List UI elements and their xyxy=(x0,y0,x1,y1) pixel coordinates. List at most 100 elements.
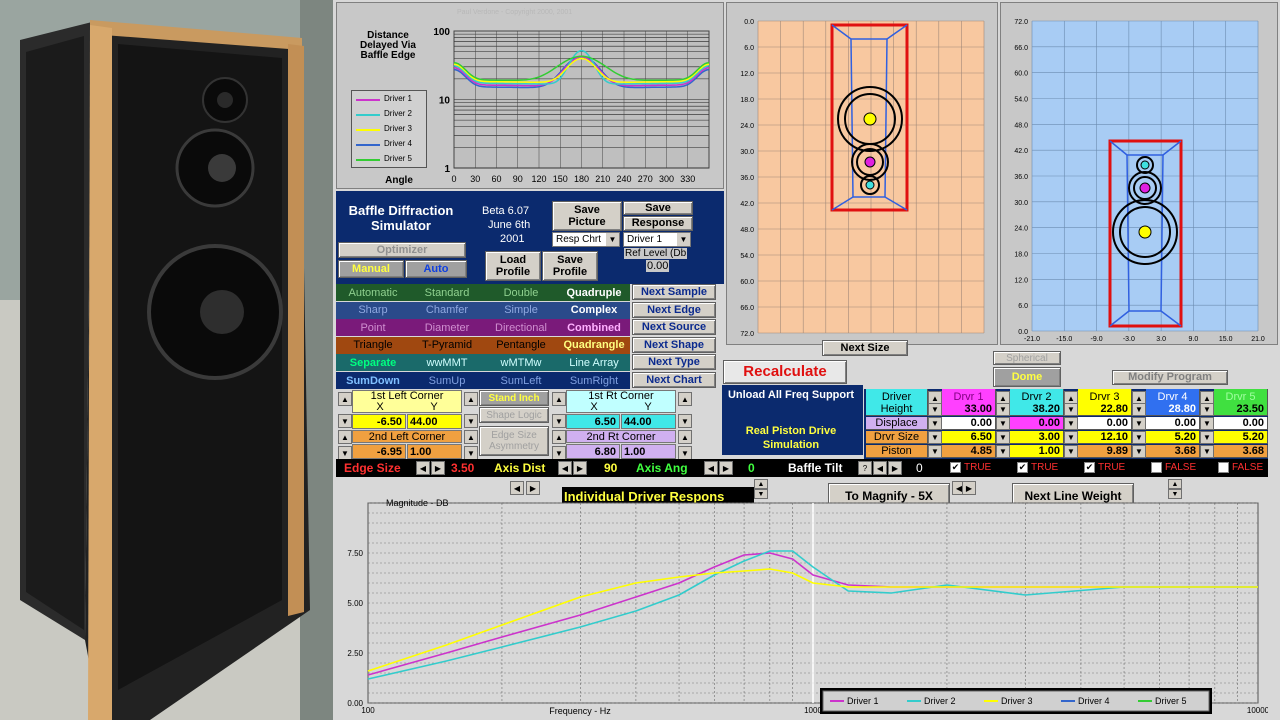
option-item[interactable]: Pentangle xyxy=(484,336,558,354)
option-item[interactable]: Simple xyxy=(484,301,558,319)
arrow-down-icon[interactable]: ▼ xyxy=(1132,431,1146,444)
arrow-up-icon[interactable]: ▲ xyxy=(552,430,566,444)
option-item[interactable]: Sharp xyxy=(336,301,410,319)
arrow-down-icon[interactable]: ▼ xyxy=(1200,445,1214,458)
first-left-corner-x-input[interactable]: -6.50 xyxy=(352,414,406,429)
arrow-left-icon[interactable]: ◀ xyxy=(416,461,430,475)
option-item[interactable]: T-Pyramid xyxy=(410,336,484,354)
arrow-down-icon[interactable]: ▼ xyxy=(1064,417,1078,430)
driver-table-cell[interactable]: 0.00 xyxy=(942,417,996,430)
arrow-up-icon[interactable]: ▲ xyxy=(552,392,566,406)
arrow-right-icon[interactable]: ▶ xyxy=(431,461,445,475)
arrow-down-icon[interactable]: ▼ xyxy=(928,417,942,430)
arrow-left-icon[interactable]: ◀ xyxy=(704,461,718,475)
arrow-left-icon[interactable]: ◀ xyxy=(558,461,572,475)
option-item[interactable]: Automatic xyxy=(336,284,410,301)
option-item[interactable]: Quadrangle xyxy=(558,336,630,354)
driver-select[interactable]: Driver 1 ▼ xyxy=(623,232,691,247)
save-picture-button[interactable]: Save Picture xyxy=(552,201,622,231)
arrow-right-icon[interactable]: ▶ xyxy=(888,461,902,475)
option-item[interactable]: Double xyxy=(484,284,558,301)
option-item[interactable]: Quadruple xyxy=(558,284,630,301)
arrow-down-icon[interactable]: ▼ xyxy=(338,414,352,428)
arrow-down-icon[interactable]: ▼ xyxy=(1200,431,1214,444)
unload-freq-support-button[interactable]: Unload All Freq Support xyxy=(725,389,857,402)
chevron-down-icon[interactable]: ▼ xyxy=(677,233,690,246)
arrow-right-icon[interactable]: ▶ xyxy=(573,461,587,475)
driver-table-cell[interactable]: 4.85 xyxy=(942,445,996,458)
arrow-down-icon[interactable]: ▼ xyxy=(1064,431,1078,444)
option-item[interactable]: SumUp xyxy=(410,372,484,389)
auto-button[interactable]: Auto xyxy=(405,260,467,278)
option-item[interactable]: Complex xyxy=(558,301,630,319)
load-profile-button[interactable]: Load Profile xyxy=(485,251,541,281)
save-response-button[interactable]: Response xyxy=(623,216,693,231)
option-item[interactable]: SumLeft xyxy=(484,372,558,389)
dome-button[interactable]: Dome xyxy=(993,367,1061,387)
driver-table-cell[interactable]: 0.00 xyxy=(1010,417,1064,430)
first-right-corner-x-input[interactable]: 6.50 xyxy=(566,414,620,429)
recalculate-button[interactable]: Recalculate xyxy=(723,360,847,384)
arrow-down-icon[interactable]: ▼ xyxy=(1132,445,1146,458)
option-item[interactable]: wMTMw xyxy=(484,354,558,372)
arrow-down-icon[interactable]: ▼ xyxy=(552,446,566,460)
arrow-down-icon[interactable]: ▼ xyxy=(928,445,942,458)
option-item[interactable]: wwMMT xyxy=(410,354,484,372)
checkbox[interactable]: ✔ xyxy=(950,462,961,473)
next-size-button[interactable]: Next Size xyxy=(822,340,908,356)
edge-size-asymmetry-button[interactable]: Edge Size Asymmetry xyxy=(479,426,549,456)
driver-table-cell[interactable]: 5.20 xyxy=(1214,431,1268,444)
option-item[interactable]: Directional xyxy=(484,319,558,337)
arrow-up-icon[interactable]: ▲ xyxy=(678,430,692,444)
arrow-down-icon[interactable]: ▼ xyxy=(464,414,478,428)
checkbox[interactable]: ✔ xyxy=(1017,462,1028,473)
arrow-up-icon[interactable]: ▲ xyxy=(464,392,478,406)
option-next-button[interactable]: Next Sample xyxy=(632,284,716,300)
option-item[interactable]: SumDown xyxy=(336,372,410,389)
driver-table-cell[interactable]: 3.68 xyxy=(1214,445,1268,458)
arrow-down-icon[interactable]: ▼ xyxy=(552,414,566,428)
arrow-down-icon[interactable]: ▼ xyxy=(996,445,1010,458)
driver-table-cell[interactable]: 23.50 xyxy=(1214,403,1268,416)
arrow-down-icon[interactable]: ▼ xyxy=(996,417,1010,430)
arrow-down-icon[interactable]: ▼ xyxy=(996,431,1010,444)
driver-table-cell[interactable]: 38.20 xyxy=(1010,403,1064,416)
arrow-up-icon[interactable]: ▲ xyxy=(464,430,478,444)
arrow-down-icon[interactable]: ▼ xyxy=(928,431,942,444)
option-item[interactable]: Diameter xyxy=(410,319,484,337)
second-left-corner-x-input[interactable]: -6.95 xyxy=(352,444,406,459)
stand-inch-button[interactable]: Stand Inch xyxy=(479,390,549,406)
resp-chart-select[interactable]: Resp Chrt ▼ xyxy=(552,232,620,247)
option-item[interactable]: Separate xyxy=(336,354,410,372)
save-profile-button[interactable]: Save Profile xyxy=(542,251,598,281)
option-next-button[interactable]: Next Source xyxy=(632,319,716,336)
modify-program-button[interactable]: Modify Program xyxy=(1112,370,1228,385)
arrow-down-icon[interactable]: ▼ xyxy=(1200,417,1214,430)
driver-table-cell[interactable]: 0.00 xyxy=(1146,417,1200,430)
first-right-corner-y-input[interactable]: 44.00 xyxy=(621,414,676,429)
real-piston-button[interactable]: Real Piston Drive Simulation xyxy=(725,424,857,452)
driver-table-cell[interactable]: 0.00 xyxy=(1214,417,1268,430)
option-item[interactable]: Chamfer xyxy=(410,301,484,319)
arrow-down-icon[interactable]: ▼ xyxy=(928,403,942,416)
arrow-up-icon[interactable]: ▲ xyxy=(338,430,352,444)
driver-table-cell[interactable]: 33.00 xyxy=(942,403,996,416)
save-button[interactable]: Save xyxy=(623,201,693,215)
second-right-corner-x-input[interactable]: 6.80 xyxy=(566,444,620,459)
arrow-down-icon[interactable]: ▼ xyxy=(338,446,352,460)
shape-logic-button[interactable]: Shape Logic xyxy=(479,407,549,423)
arrow-down-icon[interactable]: ▼ xyxy=(464,446,478,460)
option-item[interactable]: SumRight xyxy=(558,372,630,389)
chevron-down-icon[interactable]: ▼ xyxy=(606,233,619,246)
arrow-down-icon[interactable]: ▼ xyxy=(678,414,692,428)
arrow-left-icon[interactable]: ◀ xyxy=(873,461,887,475)
arrow-down-icon[interactable]: ▼ xyxy=(996,403,1010,416)
arrow-down-icon[interactable]: ▼ xyxy=(1132,403,1146,416)
driver-table-cell[interactable]: 28.80 xyxy=(1146,403,1200,416)
option-next-button[interactable]: Next Chart xyxy=(632,372,716,388)
arrow-right-icon[interactable]: ▶ xyxy=(719,461,733,475)
driver-table-cell[interactable]: 6.50 xyxy=(942,431,996,444)
manual-button[interactable]: Manual xyxy=(338,260,404,278)
option-item[interactable]: Triangle xyxy=(336,336,410,354)
driver-table-cell[interactable]: 3.68 xyxy=(1146,445,1200,458)
